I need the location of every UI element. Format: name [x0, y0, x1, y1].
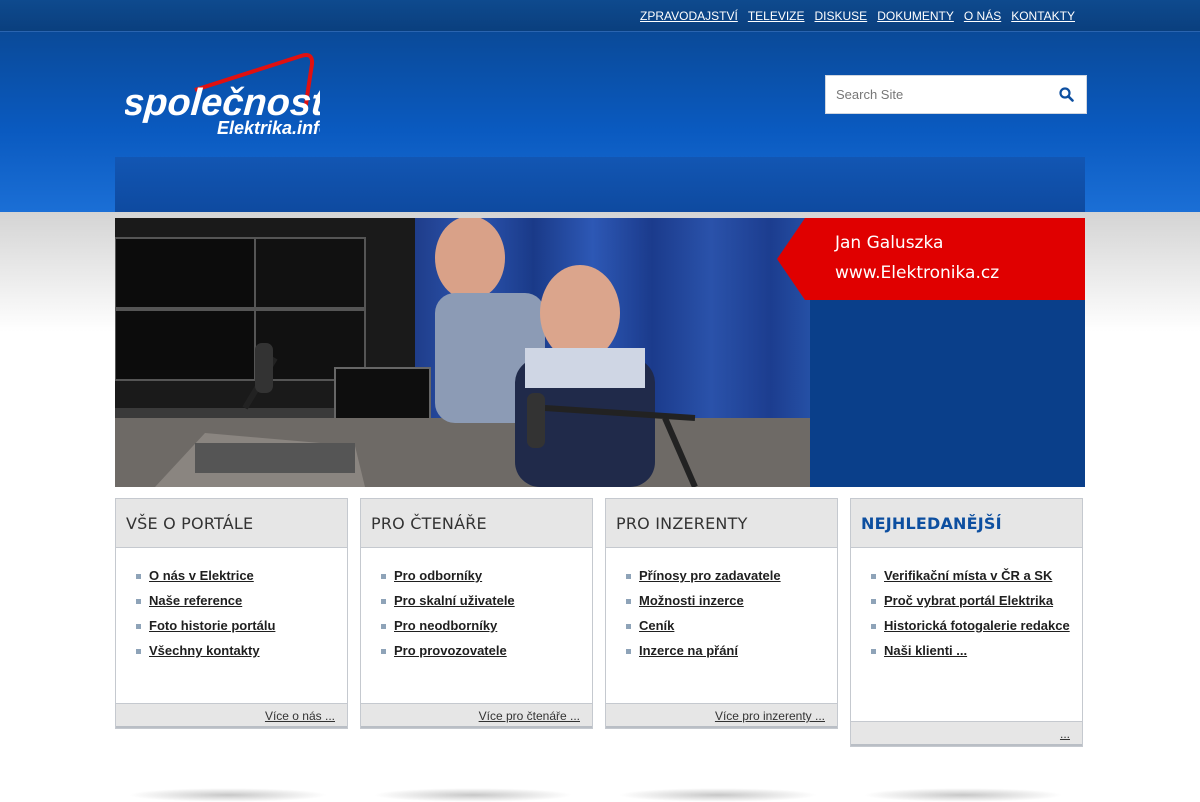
bullet-icon	[136, 649, 141, 654]
list-item: Pro odborníky	[381, 568, 592, 584]
box-links: O nás v Elektrice Naše reference Foto hi…	[116, 548, 347, 659]
list-item: Inzerce na přání	[626, 643, 837, 659]
box-footer: Více pro inzerenty ...	[606, 703, 837, 728]
bullet-icon	[136, 574, 141, 579]
list-item: Naše reference	[136, 593, 347, 609]
box-links: Pro odborníky Pro skalní uživatele Pro n…	[361, 548, 592, 659]
nav-link-televize[interactable]: TELEVIZE	[748, 9, 805, 23]
box-title: PRO ČTENÁŘE	[371, 513, 487, 533]
box-title: PRO INZERENTY	[616, 513, 748, 533]
list-item: Pro provozovatele	[381, 643, 592, 659]
link-pro-neodborniky[interactable]: Pro neodborníky	[394, 618, 497, 633]
search-icon	[1059, 87, 1074, 102]
bullet-icon	[626, 649, 631, 654]
box-links: Verifikační místa v ČR a SK Proč vybrat …	[851, 548, 1082, 659]
link-vsechny-kontakty[interactable]: Všechny kontakty	[149, 643, 260, 658]
box-footer: ...	[851, 721, 1082, 746]
link-pro-skalni-uzivatele[interactable]: Pro skalní uživatele	[394, 593, 515, 608]
bullet-icon	[381, 599, 386, 604]
nav-link-zpravodajstvi[interactable]: ZPRAVODAJSTVÍ	[640, 9, 738, 23]
search-input[interactable]	[826, 76, 1047, 113]
box-header: VŠE O PORTÁLE	[116, 499, 347, 548]
top-bar: ZPRAVODAJSTVÍ TELEVIZE DISKUSE DOKUMENTY…	[0, 0, 1200, 32]
box-title: VŠE O PORTÁLE	[126, 513, 254, 533]
box-footer: Více pro čtenáře ...	[361, 703, 592, 728]
list-item: Pro skalní uživatele	[381, 593, 592, 609]
bullet-icon	[136, 599, 141, 604]
link-pro-odborniky[interactable]: Pro odborníky	[394, 568, 482, 583]
box-pro-ctenare: PRO ČTENÁŘE Pro odborníky Pro skalní uži…	[360, 498, 593, 729]
hero-banner: Jan Galuszka www.Elektronika.cz	[115, 218, 1085, 487]
box-title: NEJHLEDANĚJŠÍ	[861, 513, 1002, 533]
bullet-icon	[871, 649, 876, 654]
box-links: Přínosy pro zadavatele Možnosti inzerce …	[606, 548, 837, 659]
search-box	[825, 75, 1087, 114]
bullet-icon	[381, 624, 386, 629]
list-item: Pro neodborníky	[381, 618, 592, 634]
link-nase-reference[interactable]: Naše reference	[149, 593, 242, 608]
bullet-icon	[871, 574, 876, 579]
bullet-icon	[381, 649, 386, 654]
bullet-icon	[381, 574, 386, 579]
site-logo[interactable]: společnost Elektrika.info	[125, 50, 320, 138]
box-header: NEJHLEDANĚJŠÍ	[851, 499, 1082, 548]
link-verifikacni-mista[interactable]: Verifikační místa v ČR a SK	[884, 568, 1052, 583]
list-item: Možnosti inzerce	[626, 593, 837, 609]
link-o-nas[interactable]: O nás v Elektrice	[149, 568, 254, 583]
box-nejhledanejsi: NEJHLEDANĚJŠÍ Verifikační místa v ČR a S…	[850, 498, 1083, 747]
box-pro-inzerenty: PRO INZERENTY Přínosy pro zadavatele Mož…	[605, 498, 838, 729]
list-item: Naši klienti ...	[871, 643, 1070, 659]
search-button[interactable]	[1047, 76, 1086, 113]
bullet-icon	[626, 574, 631, 579]
box-header: PRO INZERENTY	[606, 499, 837, 548]
link-proc-vybrat[interactable]: Proč vybrat portál Elektrika	[884, 593, 1053, 608]
main-menu-bar	[115, 157, 1085, 212]
more-link[interactable]: Více pro inzerenty ...	[715, 709, 825, 723]
list-item: Historická fotogalerie redakce	[871, 618, 1070, 634]
link-prinosy[interactable]: Přínosy pro zadavatele	[639, 568, 781, 583]
bullet-icon	[871, 599, 876, 604]
bullet-icon	[626, 599, 631, 604]
box-vse-o-portale: VŠE O PORTÁLE O nás v Elektrice Naše ref…	[115, 498, 348, 729]
bullet-icon	[136, 624, 141, 629]
list-item: Foto historie portálu	[136, 618, 347, 634]
link-cenik[interactable]: Ceník	[639, 618, 674, 633]
link-historicka-fotogalerie[interactable]: Historická fotogalerie redakce	[884, 618, 1070, 633]
list-item: Všechny kontakty	[136, 643, 347, 659]
list-item: O nás v Elektrice	[136, 568, 347, 584]
list-item: Verifikační místa v ČR a SK	[871, 568, 1070, 584]
bullet-icon	[626, 624, 631, 629]
link-moznosti-inzerce[interactable]: Možnosti inzerce	[639, 593, 744, 608]
box-footer: Více o nás ...	[116, 703, 347, 728]
nav-link-dokumenty[interactable]: DOKUMENTY	[877, 9, 954, 23]
hero-caption: Jan Galuszka www.Elektronika.cz	[777, 218, 1085, 300]
list-item: Ceník	[626, 618, 837, 634]
link-foto-historie[interactable]: Foto historie portálu	[149, 618, 275, 633]
more-link[interactable]: ...	[1060, 727, 1070, 741]
list-item: Přínosy pro zadavatele	[626, 568, 837, 584]
nav-link-o-nas[interactable]: O NÁS	[964, 9, 1001, 23]
logo-text-sub: Elektrika.info	[217, 118, 320, 138]
bullet-icon	[871, 624, 876, 629]
top-nav: ZPRAVODAJSTVÍ TELEVIZE DISKUSE DOKUMENTY…	[640, 9, 1075, 23]
more-link[interactable]: Více pro čtenáře ...	[479, 709, 580, 723]
hero-photo[interactable]	[115, 218, 810, 487]
nav-link-diskuse[interactable]: DISKUSE	[815, 9, 868, 23]
box-header: PRO ČTENÁŘE	[361, 499, 592, 548]
more-link[interactable]: Více o nás ...	[265, 709, 335, 723]
nav-link-kontakty[interactable]: KONTAKTY	[1011, 9, 1075, 23]
link-pro-provozovatele[interactable]: Pro provozovatele	[394, 643, 507, 658]
link-inzerce-na-prani[interactable]: Inzerce na přání	[639, 643, 738, 658]
caption-website[interactable]: www.Elektronika.cz	[835, 263, 999, 283]
caption-name: Jan Galuszka	[835, 233, 944, 253]
list-item: Proč vybrat portál Elektrika	[871, 593, 1070, 609]
link-nasi-klienti[interactable]: Naši klienti ...	[884, 643, 967, 658]
